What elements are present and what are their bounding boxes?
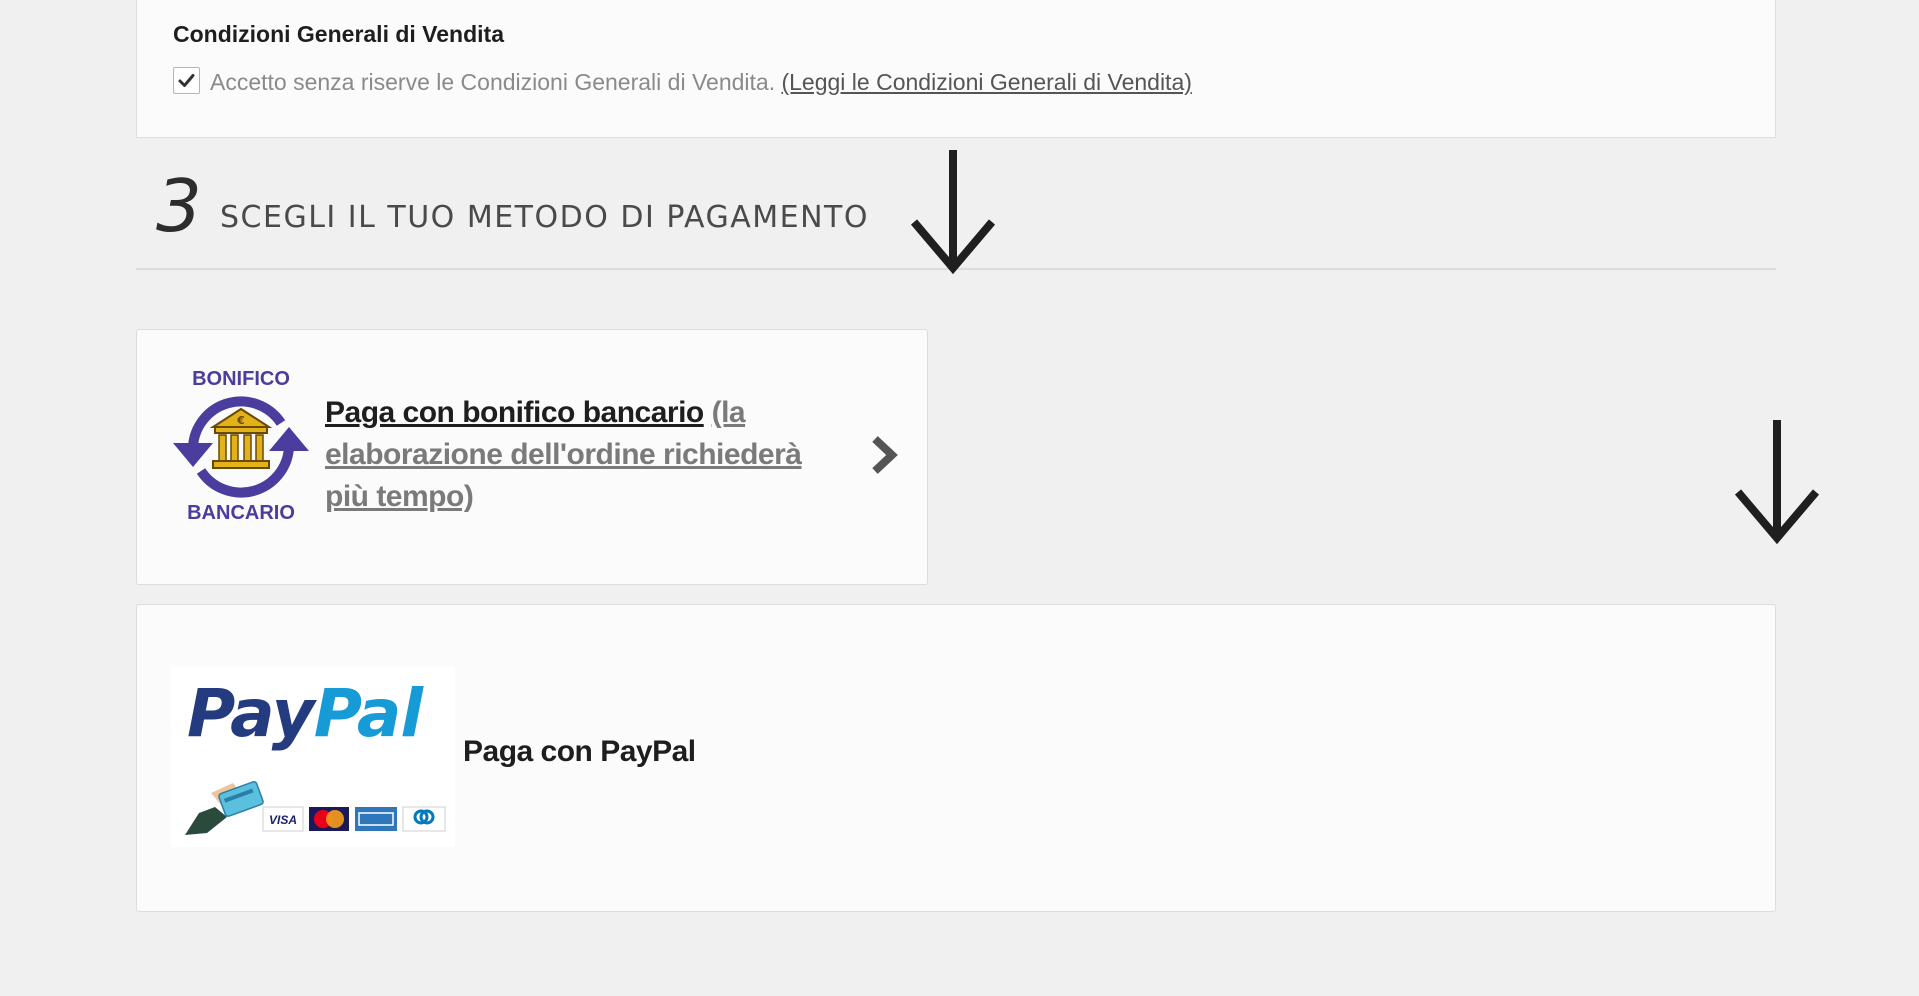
paypal-label[interactable]: Paga con PayPal	[463, 735, 696, 769]
paypal-wordmark: PayPal	[187, 675, 423, 752]
terms-panel: Condizioni Generali di Vendita Accetto s…	[136, 0, 1776, 138]
accept-terms-text: Accetto senza riserve le Condizioni Gene…	[210, 69, 776, 95]
visa-brand: VISA	[269, 813, 297, 827]
accept-terms-label: Accetto senza riserve le Condizioni Gene…	[210, 69, 1192, 96]
terms-title: Condizioni Generali di Vendita	[173, 21, 504, 47]
arrow-down-icon	[1734, 420, 1820, 544]
bank-logo-bottom-text: BANCARIO	[187, 502, 295, 524]
step-number: 3	[156, 164, 202, 248]
step-title: SCEGLI IL TUO METODO DI PAGAMENTO	[220, 200, 869, 235]
chevron-right-icon[interactable]	[869, 434, 899, 476]
terms-link[interactable]: (Leggi le Condizioni Generali di Vendita…	[781, 69, 1191, 95]
paypal-logo: PayPal VISA	[171, 667, 455, 847]
arrow-down-icon	[910, 150, 996, 274]
bank-transfer-option[interactable]: BONIFICO € BANCARIO Paga con bonifico ba…	[136, 329, 928, 585]
bank-transfer-text[interactable]: Paga con bonifico bancario (la elaborazi…	[325, 392, 845, 518]
paypal-option[interactable]: PayPal VISA Paga con PayPal	[136, 604, 1776, 912]
bank-transfer-label[interactable]: Paga con bonifico bancario	[325, 396, 704, 429]
bank-transfer-logo: BONIFICO € BANCARIO	[173, 368, 309, 524]
payment-cards-icon: VISA	[185, 780, 446, 835]
accept-terms-checkbox[interactable]	[173, 67, 200, 94]
checkmark-icon	[178, 74, 195, 87]
bank-logo-top-text: BONIFICO	[192, 368, 290, 390]
svg-text:€: €	[236, 414, 245, 427]
